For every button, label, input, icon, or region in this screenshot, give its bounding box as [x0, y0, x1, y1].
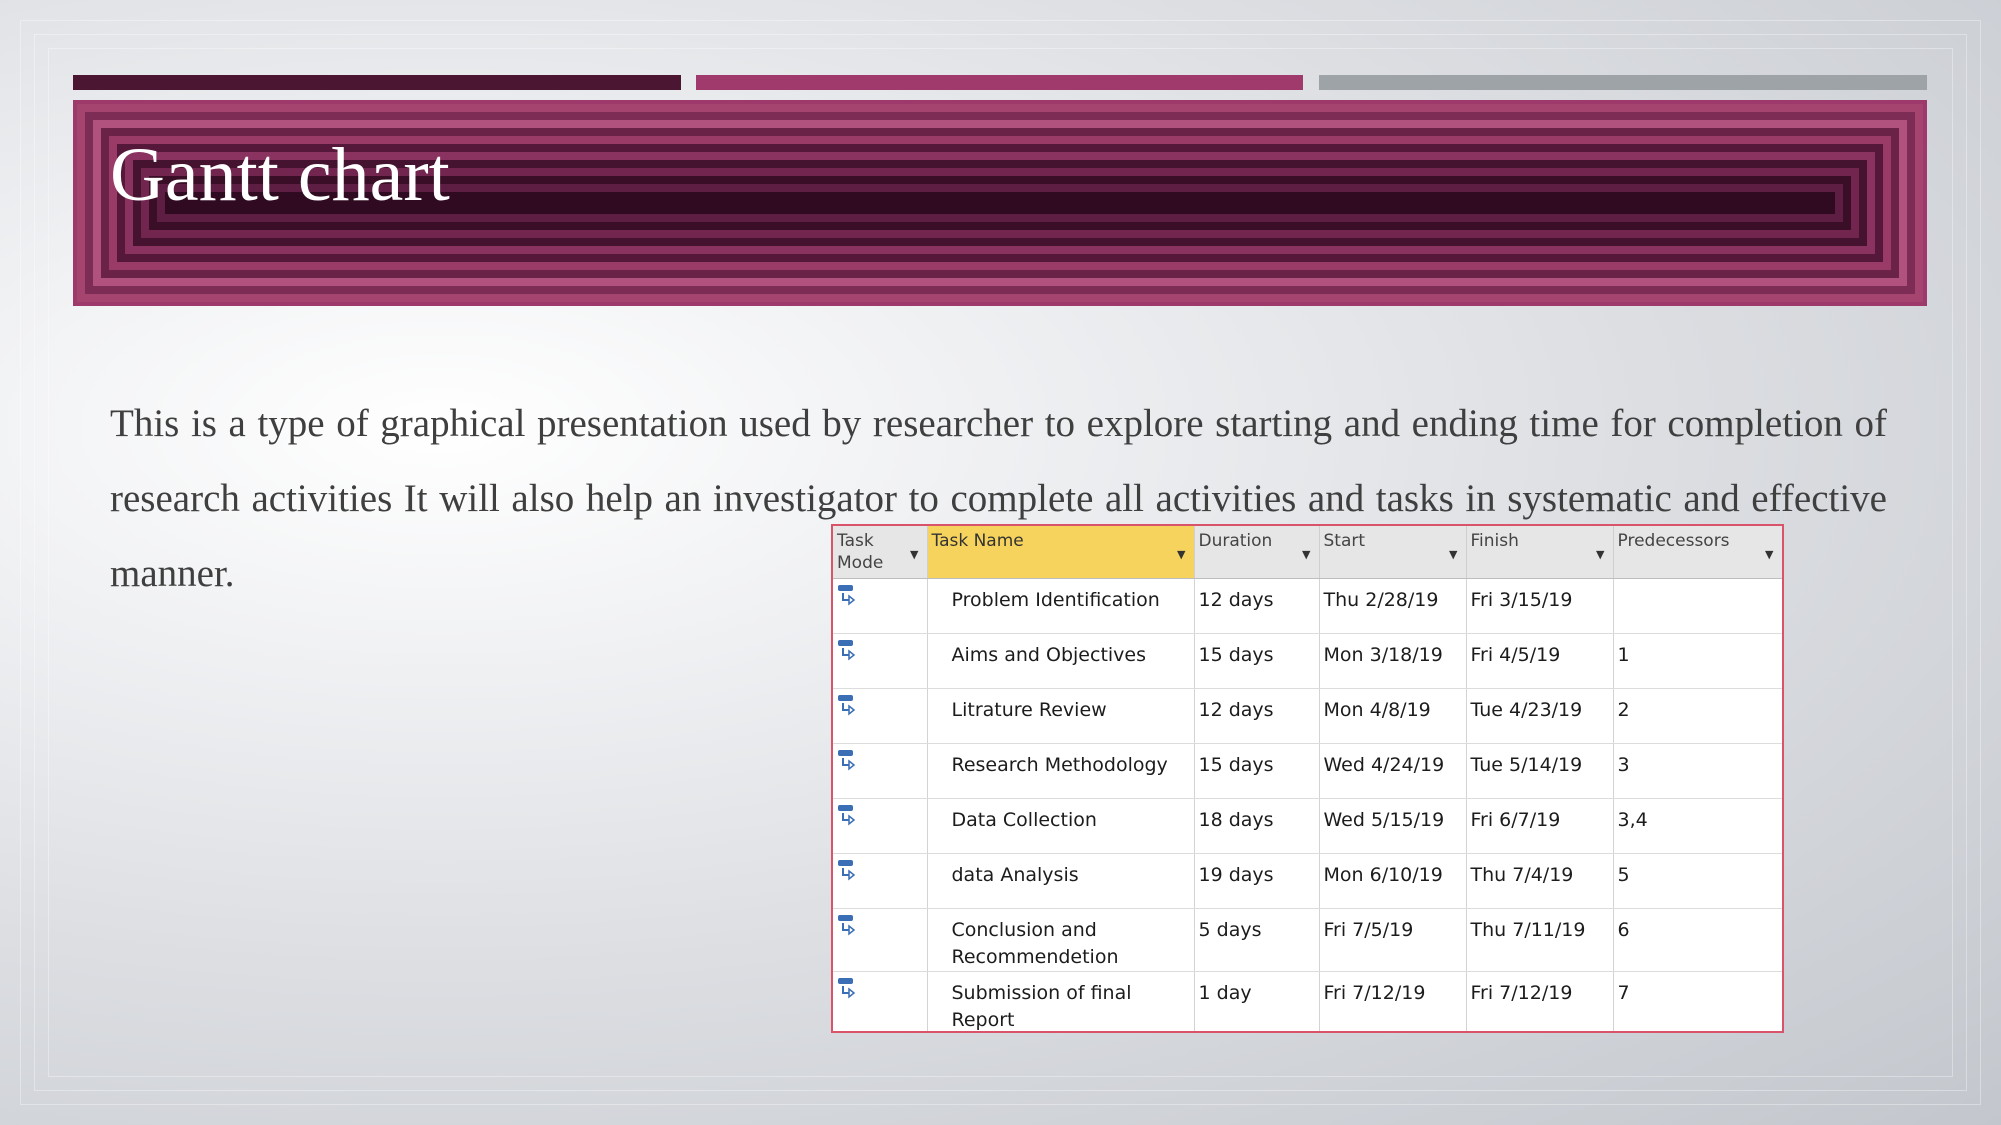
start-date-cell[interactable]: Wed 4/24/19 — [1319, 743, 1467, 799]
task-mode-cell[interactable] — [833, 853, 928, 909]
predecessors-cell[interactable]: 2 — [1613, 688, 1782, 744]
predecessors-cell[interactable]: 6 — [1613, 908, 1782, 972]
task-name-cell[interactable]: Problem Identification — [927, 578, 1195, 634]
finish-date-cell[interactable]: Thu 7/4/19 — [1466, 853, 1614, 909]
start-date-cell[interactable]: Thu 2/28/19 — [1319, 578, 1467, 634]
header-label: Finish — [1470, 531, 1519, 551]
predecessors-cell[interactable]: 3 — [1613, 743, 1782, 799]
predecessors-cell[interactable]: 7 — [1613, 971, 1782, 1031]
column-header-predecessors[interactable]: Predecessors ▼ — [1613, 526, 1782, 579]
start-date-cell[interactable]: Fri 7/12/19 — [1319, 971, 1467, 1031]
task-mode-cell[interactable] — [833, 798, 928, 854]
task-name-cell[interactable]: Conclusion and Recommendetion — [927, 908, 1195, 972]
auto-scheduled-task-icon — [838, 585, 856, 606]
accent-bar-gray — [1319, 75, 1927, 90]
auto-scheduled-task-icon — [838, 978, 856, 999]
task-name-cell[interactable]: Research Methodology — [927, 743, 1195, 799]
finish-date-cell[interactable]: Tue 5/14/19 — [1466, 743, 1614, 799]
duration-cell[interactable]: 18 days — [1194, 798, 1320, 854]
task-mode-cell[interactable] — [833, 743, 928, 799]
slide-title: Gantt chart — [110, 133, 450, 217]
task-name-cell[interactable]: Data Collection — [927, 798, 1195, 854]
duration-cell[interactable]: 12 days — [1194, 688, 1320, 744]
header-label: Duration — [1198, 531, 1273, 551]
column-header-task-name[interactable]: Task Name ▼ — [927, 526, 1195, 579]
table-row[interactable]: Litrature Review 12 days Mon 4/8/19 Tue 4/2… — [833, 688, 1782, 744]
predecessors-cell[interactable] — [1613, 578, 1782, 634]
dropdown-arrow-icon[interactable]: ▼ — [1765, 544, 1773, 566]
accent-bar-magenta — [696, 75, 1303, 90]
duration-cell[interactable]: 15 days — [1194, 633, 1320, 689]
task-name-cell[interactable]: Litrature Review — [927, 688, 1195, 744]
column-header-finish[interactable]: Finish ▼ — [1466, 526, 1614, 579]
table-row[interactable]: data Analysis 19 days Mon 6/10/19 Thu 7/4/1… — [833, 853, 1782, 909]
table-row[interactable]: Aims and Objectives 15 days Mon 3/18/19 Fri… — [833, 633, 1782, 689]
column-header-task-mode[interactable]: Task Mode ▼ — [833, 526, 928, 579]
header-label: Predecessors — [1617, 531, 1730, 551]
task-mode-cell[interactable] — [833, 908, 928, 972]
duration-cell[interactable]: 15 days — [1194, 743, 1320, 799]
duration-cell[interactable]: 12 days — [1194, 578, 1320, 634]
accent-bar-dark — [73, 75, 681, 90]
auto-scheduled-task-icon — [838, 860, 856, 881]
duration-cell[interactable]: 5 days — [1194, 908, 1320, 972]
start-date-cell[interactable]: Mon 3/18/19 — [1319, 633, 1467, 689]
finish-date-cell[interactable]: Tue 4/23/19 — [1466, 688, 1614, 744]
finish-date-cell[interactable]: Fri 4/5/19 — [1466, 633, 1614, 689]
task-name-cell[interactable]: data Analysis — [927, 853, 1195, 909]
table-row[interactable]: Data Collection 18 days Wed 5/15/19 Fri 6/7… — [833, 798, 1782, 854]
predecessors-cell[interactable]: 1 — [1613, 633, 1782, 689]
finish-date-cell[interactable]: Thu 7/11/19 — [1466, 908, 1614, 972]
dropdown-arrow-icon[interactable]: ▼ — [1449, 544, 1457, 566]
start-date-cell[interactable]: Mon 6/10/19 — [1319, 853, 1467, 909]
finish-date-cell[interactable]: Fri 3/15/19 — [1466, 578, 1614, 634]
task-mode-cell[interactable] — [833, 633, 928, 689]
start-date-cell[interactable]: Mon 4/8/19 — [1319, 688, 1467, 744]
dropdown-arrow-icon[interactable]: ▼ — [1596, 544, 1604, 566]
finish-date-cell[interactable]: Fri 6/7/19 — [1466, 798, 1614, 854]
duration-cell[interactable]: 1 day — [1194, 971, 1320, 1031]
dropdown-arrow-icon[interactable]: ▼ — [1177, 544, 1185, 566]
auto-scheduled-task-icon — [838, 695, 856, 716]
task-mode-cell[interactable] — [833, 971, 928, 1031]
task-mode-cell[interactable] — [833, 688, 928, 744]
header-label: Start — [1323, 531, 1366, 551]
header-label: Task Name — [931, 531, 1024, 551]
table-row[interactable]: Problem Identification 12 days Thu 2/28/19… — [833, 578, 1782, 634]
table-row[interactable]: Submission of final Report 1 day Fri 7/12/… — [833, 971, 1782, 1031]
table-row[interactable]: Conclusion and Recommendetion 5 days Fri 7… — [833, 908, 1782, 972]
column-header-duration[interactable]: Duration ▼ — [1194, 526, 1320, 579]
task-name-cell[interactable]: Aims and Objectives — [927, 633, 1195, 689]
header-label: Task Mode — [837, 531, 884, 573]
start-date-cell[interactable]: Wed 5/15/19 — [1319, 798, 1467, 854]
task-name-cell[interactable]: Submission of final Report — [927, 971, 1195, 1031]
table-row[interactable]: Research Methodology 15 days Wed 4/24/19 Tu… — [833, 743, 1782, 799]
predecessors-cell[interactable]: 3,4 — [1613, 798, 1782, 854]
predecessors-cell[interactable]: 5 — [1613, 853, 1782, 909]
dropdown-arrow-icon[interactable]: ▼ — [910, 544, 918, 566]
auto-scheduled-task-icon — [838, 750, 856, 771]
auto-scheduled-task-icon — [838, 640, 856, 661]
gantt-task-table: Task Mode ▼ Task Name ▼ Duration ▼ Start ▼ F… — [831, 524, 1784, 1033]
task-mode-cell[interactable] — [833, 578, 928, 634]
column-header-start[interactable]: Start ▼ — [1319, 526, 1467, 579]
auto-scheduled-task-icon — [838, 915, 856, 936]
finish-date-cell[interactable]: Fri 7/12/19 — [1466, 971, 1614, 1031]
start-date-cell[interactable]: Fri 7/5/19 — [1319, 908, 1467, 972]
dropdown-arrow-icon[interactable]: ▼ — [1302, 544, 1310, 566]
duration-cell[interactable]: 19 days — [1194, 853, 1320, 909]
auto-scheduled-task-icon — [838, 805, 856, 826]
